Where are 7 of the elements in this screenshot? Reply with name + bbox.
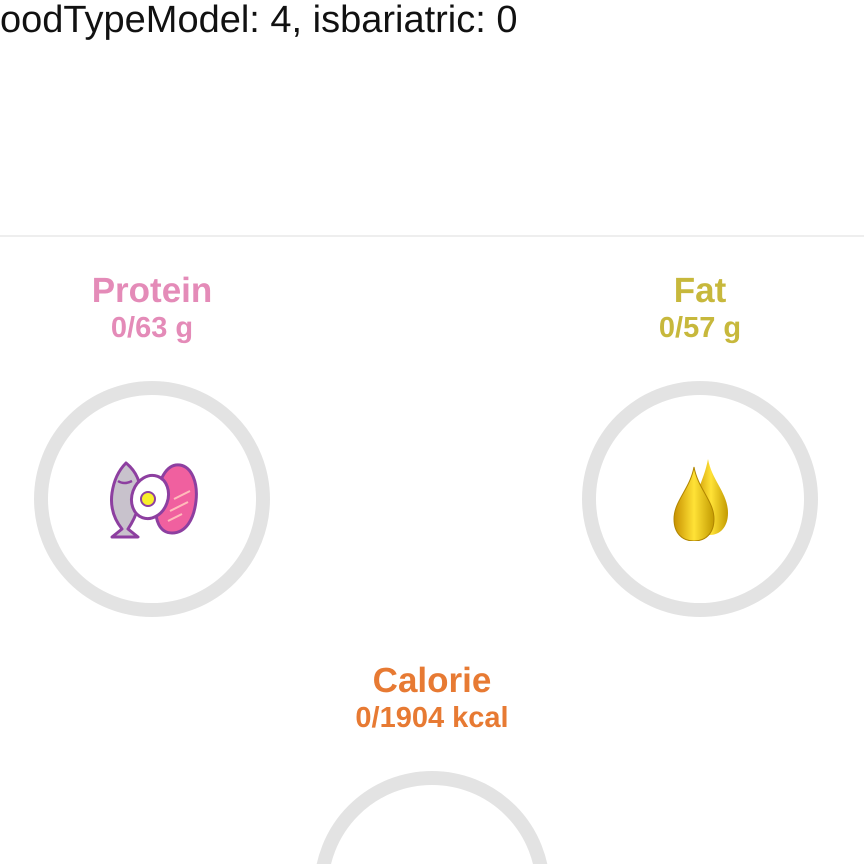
macro-title: Calorie [372, 661, 492, 701]
macro-amount: 0/1904 kcal [355, 701, 509, 735]
macro-amount: 0/63 g [110, 311, 194, 345]
macro-title: Fat [674, 271, 726, 311]
macro-title: Protein [92, 271, 212, 311]
debug-text: oodTypeModel: 4, isbariatric: 0 [0, 0, 518, 40]
macro-amount: 0/57 g [658, 311, 742, 345]
